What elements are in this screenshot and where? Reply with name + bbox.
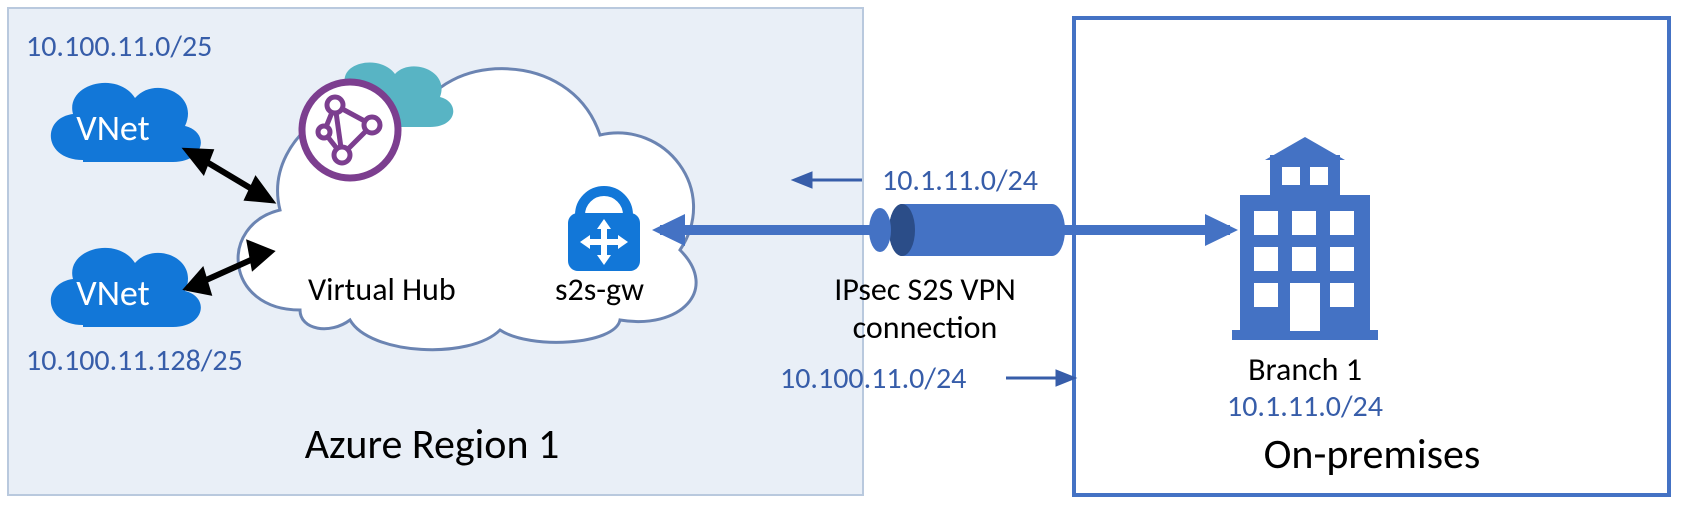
virtual-hub-label: Virtual Hub [308,270,456,309]
route-to-onprem [1006,370,1076,386]
vnet2-label: VNet [76,271,149,315]
vnet1-label: VNet [76,106,149,150]
branch-cidr: 10.1.11.0/24 [1227,388,1383,425]
branch-building-icon [1232,137,1378,340]
branch-label: Branch 1 [1248,350,1362,389]
vnet2-cidr: 10.100.11.128/25 [26,342,243,379]
vnet1-cidr: 10.100.11.0/25 [26,28,212,65]
vpn-label-2: connection [853,308,998,347]
route-to-onprem-text: 10.100.11.0/24 [780,360,966,397]
vpn-label-1: IPsec S2S VPN [834,270,1016,309]
azure-region-label: Azure Region 1 [305,419,560,470]
route-to-azure-text: 10.1.11.0/24 [882,162,1038,199]
gateway-label: s2s-gw [555,270,644,309]
onprem-region-label: On-premises [1264,429,1481,480]
hub-globe-icon [302,82,398,178]
